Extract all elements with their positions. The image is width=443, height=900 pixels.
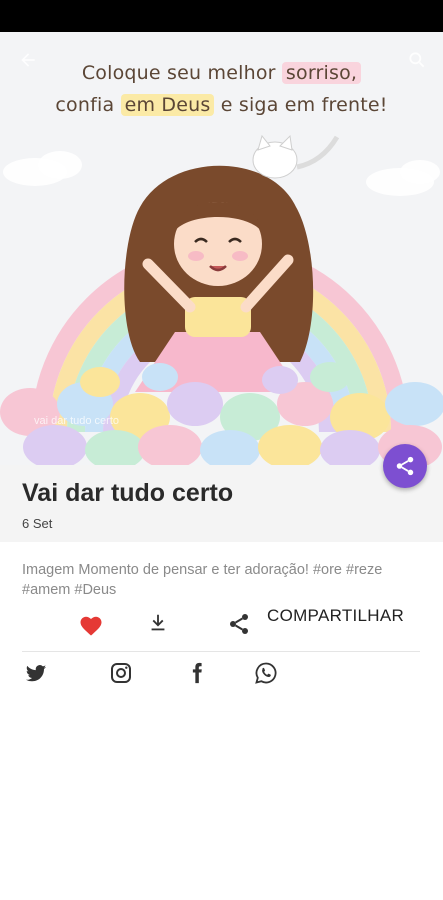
social-share-row xyxy=(0,660,443,690)
twitter-icon xyxy=(25,665,47,682)
like-button[interactable] xyxy=(78,612,104,638)
post-header: Vai dar tudo certo 6 Set xyxy=(0,465,443,542)
facebook-share-button[interactable] xyxy=(184,660,210,686)
instagram-share-button[interactable] xyxy=(108,660,134,686)
whatsapp-share-button[interactable] xyxy=(253,660,279,686)
post-title: Vai dar tudo certo xyxy=(22,479,234,507)
share-fab-button[interactable] xyxy=(383,444,427,488)
status-bar xyxy=(0,0,443,32)
download-icon xyxy=(151,614,165,631)
whatsapp-icon xyxy=(255,662,277,684)
quote-highlight: em Deus xyxy=(120,94,215,116)
share-icon xyxy=(396,456,414,476)
actions-row: COMPARTILHAR xyxy=(0,600,443,644)
image-watermark: vai dar tudo certo xyxy=(34,415,119,427)
post-date: 6 Set xyxy=(22,516,53,531)
post-description: Imagem Momento de pensar e ter adoração!… xyxy=(22,562,383,598)
quote-line-1: Coloque seu melhor sorriso, xyxy=(0,62,443,84)
facebook-icon xyxy=(192,662,202,684)
post-image[interactable]: Coloque seu melhor sorriso, confia em De… xyxy=(0,32,443,465)
quote-text: Coloque seu melhor xyxy=(81,62,282,84)
download-button[interactable] xyxy=(145,610,171,636)
share-label[interactable]: COMPARTILHAR xyxy=(267,606,404,626)
divider xyxy=(22,651,420,652)
search-icon xyxy=(409,52,425,68)
share-icon xyxy=(230,614,248,634)
quote-highlight: sorriso, xyxy=(281,62,362,84)
instagram-icon xyxy=(111,663,131,683)
back-button[interactable] xyxy=(14,46,42,74)
heart-icon xyxy=(80,616,102,636)
search-button[interactable] xyxy=(403,46,431,74)
quote-text: e siga em frente! xyxy=(214,94,388,116)
arrow-left-icon xyxy=(21,53,35,67)
twitter-share-button[interactable] xyxy=(23,660,49,686)
quote-text: confia xyxy=(55,94,121,116)
share-button[interactable] xyxy=(225,610,253,638)
quote-line-2: confia em Deus e siga em frente! xyxy=(0,94,443,116)
